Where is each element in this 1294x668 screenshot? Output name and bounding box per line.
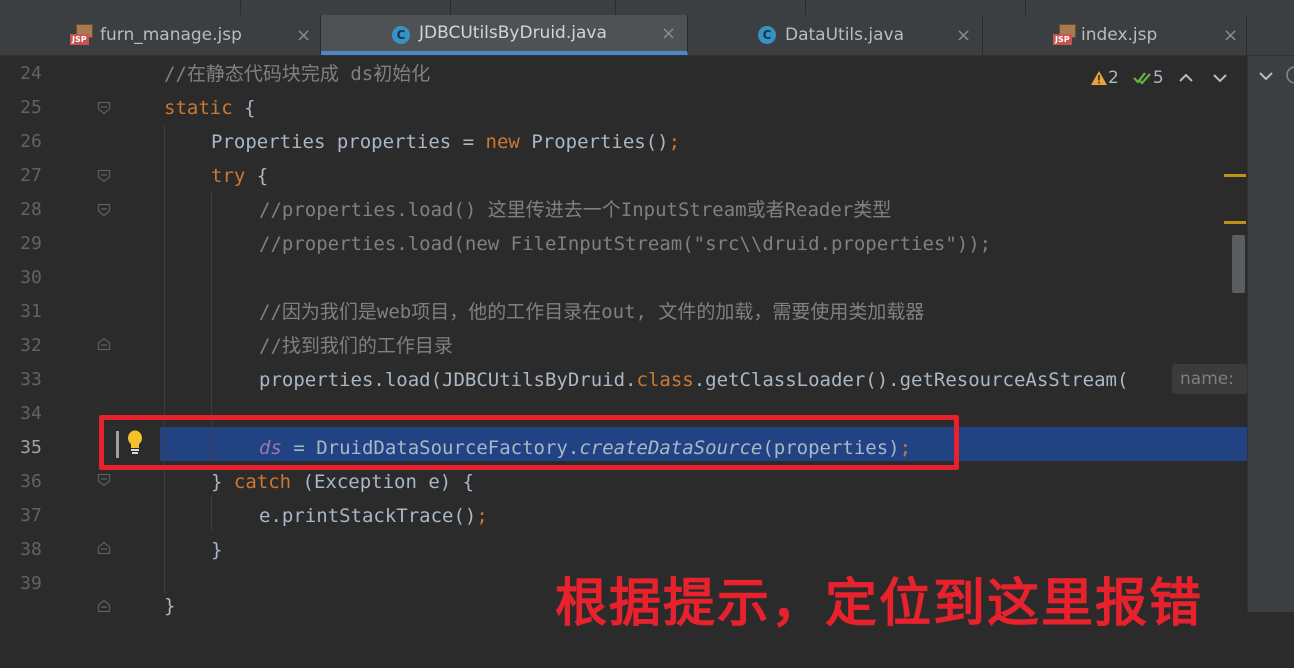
line-number: 26 [20,131,42,152]
line-number: 25 [20,97,42,118]
hidden-tab[interactable] [1025,0,1294,15]
line-number: 32 [20,335,42,356]
indent-guide [164,124,165,594]
code-line-27: try { [211,165,269,187]
line-number-current: 35 [20,437,42,458]
partial-icon[interactable] [1284,66,1294,84]
tab-furn-manage-jsp[interactable]: JSP furn_manage.jsp × [0,15,321,55]
tab-label: JDBCUtilsByDruid.java [419,23,607,43]
chevron-up-icon[interactable] [1178,70,1194,86]
ok-count[interactable]: 5 [1133,68,1164,88]
right-tool-panel [1247,56,1294,612]
line-number: 30 [20,267,42,288]
jsp-file-icon: JSP [1053,24,1077,46]
line-number: 27 [20,165,42,186]
code-line-24: //在静态代码块完成 ds初始化 [164,63,431,85]
fold-collapse-icon[interactable] [97,203,111,217]
code-line-40: } [164,595,176,617]
code-line-31: //因为我们是web项目，他的工作目录在out, 文件的加载，需要使用类加载器 [259,301,925,323]
line-number: 31 [20,301,42,322]
code-line-33: properties.load(JDBCUtilsByDruid.class.g… [259,369,1129,391]
line-number: 37 [20,505,42,526]
code-line-38: } [211,539,223,561]
tab-label: DataUtils.java [785,25,905,45]
line-number: 39 [20,573,42,594]
close-icon[interactable]: × [296,25,311,46]
close-icon[interactable]: × [956,25,971,46]
code-line-29: //properties.load(new FileInputStream("s… [259,233,992,255]
fold-end-icon[interactable] [97,337,111,351]
hidden-tab[interactable] [450,0,616,15]
code-line-26: Properties properties = new Properties()… [211,131,681,153]
tab-label: index.jsp [1081,25,1158,45]
tab-jdbcutilsbydruid-java[interactable]: C JDBCUtilsByDruid.java × [321,15,688,55]
hidden-tab[interactable] [0,0,241,15]
code-line-25: static { [164,97,256,119]
inspection-widget[interactable]: 2 5 [1090,66,1228,90]
fold-collapse-icon[interactable] [97,473,111,487]
error-stripe[interactable] [1224,112,1247,668]
code-line-28: //properties.load() 这里传进去一个InputStream或者… [259,199,892,221]
warning-marker[interactable] [1224,174,1246,177]
window-tab-strip [0,0,1294,15]
warning-icon [1091,71,1107,85]
code-line-36: } catch (Exception e) { [211,471,475,493]
annotation-text: 根据提示，定位到这里报错 [555,574,1204,634]
code-editor[interactable]: 24 25 26 27 28 29 30 31 32 33 34 35 36 3… [0,56,1247,634]
editor-tab-bar: JSP furn_manage.jsp × C JDBCUtilsByDruid… [0,15,1294,56]
tab-index-jsp[interactable]: JSP index.jsp × [983,15,1247,55]
fold-end-icon[interactable] [97,541,111,555]
java-class-icon: C [758,26,776,44]
hidden-tab[interactable] [805,0,1026,15]
fold-end-icon[interactable] [97,599,111,613]
java-class-icon: C [392,26,410,44]
hidden-tab[interactable] [240,0,451,15]
close-icon[interactable]: × [1223,25,1238,46]
double-check-icon [1133,72,1151,85]
warning-count[interactable]: 2 [1090,68,1119,88]
line-number: 33 [20,369,42,390]
line-number: 34 [20,403,42,424]
close-icon[interactable]: × [661,23,676,44]
chevron-down-icon[interactable] [1258,68,1274,84]
indent-guide [211,496,212,530]
tab-label: furn_manage.jsp [100,25,242,45]
code-line-37: e.printStackTrace(); [259,505,488,527]
line-number: 29 [20,233,42,254]
scrollbar-thumb[interactable] [1232,235,1245,293]
annotation-box [99,415,959,470]
jsp-file-icon: JSP [70,24,94,46]
line-number: 24 [20,63,42,84]
tab-datautils-java[interactable]: C DataUtils.java × [688,15,983,55]
line-number: 38 [20,539,42,560]
chevron-down-icon[interactable] [1212,70,1228,86]
line-number: 28 [20,199,42,220]
hidden-tab[interactable] [615,0,806,15]
fold-collapse-icon[interactable] [97,169,111,183]
fold-collapse-icon[interactable] [97,101,111,115]
warning-marker[interactable] [1224,221,1246,224]
line-number: 36 [20,471,42,492]
code-line-32: //找到我们的工作目录 [259,335,453,357]
